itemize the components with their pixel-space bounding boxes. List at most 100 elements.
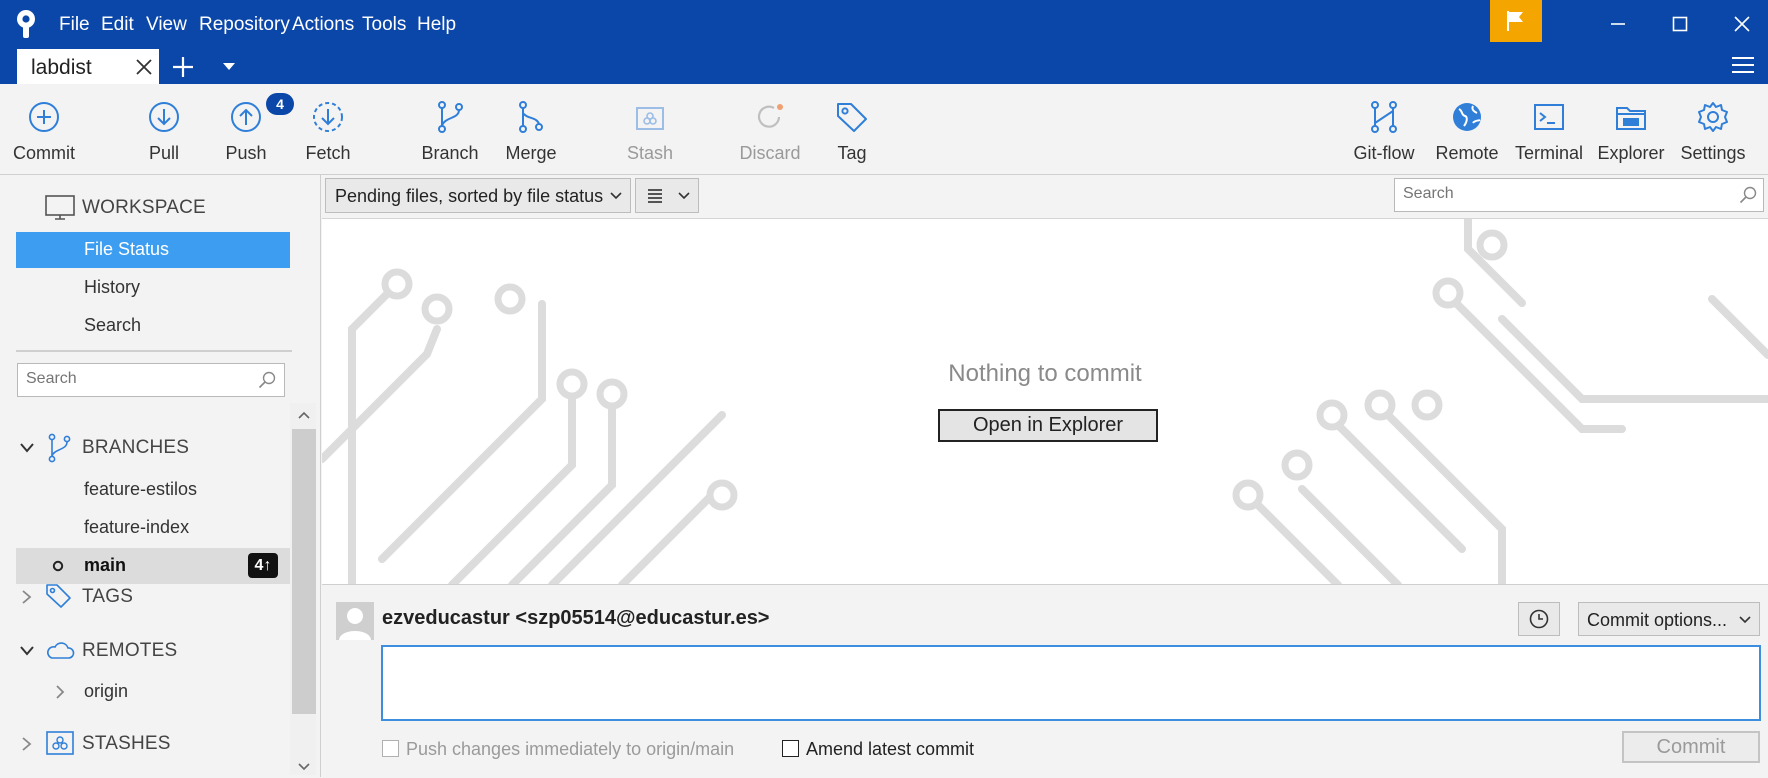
terminal-tool-button[interactable]: Terminal	[1508, 84, 1590, 174]
pending-files-panel: Nothing to commit Open in Explorer	[322, 218, 1768, 585]
merge-tool-label: Merge	[505, 143, 557, 163]
open-in-explorer-button[interactable]: Open in Explorer	[938, 409, 1158, 442]
chevron-right-icon	[22, 737, 32, 751]
fetch-tool-label: Fetch	[305, 143, 351, 163]
branches-section-header[interactable]: BRANCHES	[0, 431, 288, 465]
minimize-icon	[1611, 23, 1625, 25]
remote-tool-button[interactable]: Remote	[1426, 84, 1508, 174]
terminal-icon	[1534, 104, 1564, 130]
tab-labdist[interactable]: labdist	[17, 49, 159, 84]
maximize-icon	[1672, 16, 1688, 32]
fetch-tool-button[interactable]: Fetch	[288, 84, 368, 174]
merge-tool-button[interactable]: Merge	[490, 84, 572, 174]
close-window-button[interactable]	[1712, 0, 1768, 48]
sidebar-scrollbar[interactable]	[290, 403, 316, 775]
discard-tool-button[interactable]: Discard	[730, 84, 810, 174]
sidebar-divider	[16, 350, 292, 352]
sidebar-item-search[interactable]: Search	[16, 308, 290, 344]
clock-icon	[1529, 609, 1549, 629]
tag-tool-button[interactable]: Tag	[812, 84, 892, 174]
chevron-down-icon[interactable]	[222, 62, 236, 72]
list-icon	[648, 189, 662, 203]
checkbox-box[interactable]	[782, 740, 799, 757]
file-search-input[interactable]	[1401, 184, 1725, 204]
hamburger-menu-icon[interactable]	[1732, 56, 1754, 74]
scroll-down-icon[interactable]	[298, 763, 310, 771]
new-tab-icon[interactable]	[172, 56, 194, 78]
branches-caption: BRANCHES	[82, 437, 190, 458]
ahead-count-badge: 4↑	[248, 553, 278, 578]
explorer-tool-button[interactable]: Explorer	[1590, 84, 1672, 174]
notification-flag-button[interactable]	[1490, 0, 1542, 42]
minimize-button[interactable]	[1588, 0, 1648, 48]
cloud-icon	[47, 642, 75, 659]
commit-author: ezveducastur <szp05514@educastur.es>	[382, 607, 770, 629]
menu-actions[interactable]: Actions	[292, 0, 354, 44]
pull-tool-button[interactable]: Pull	[124, 84, 204, 174]
chevron-down-icon	[1739, 616, 1751, 624]
discard-icon	[757, 104, 783, 128]
chevron-down-icon	[20, 646, 34, 656]
tags-section-header[interactable]: TAGS	[0, 580, 288, 614]
branch-label: feature-index	[84, 517, 190, 537]
git-flow-icon	[1371, 101, 1397, 133]
sidebar-item-history[interactable]: History	[16, 270, 290, 306]
tab-label: labdist	[31, 56, 92, 79]
commit-button[interactable]: Commit	[1622, 731, 1760, 763]
checkbox-box[interactable]	[382, 740, 399, 757]
sidebar-item-label: File Status	[84, 239, 170, 259]
branch-item-feature-estilos[interactable]: feature-estilos	[16, 472, 290, 508]
monitor-icon	[45, 195, 75, 220]
folder-icon	[1616, 107, 1646, 130]
stash-tool-button[interactable]: Stash	[610, 84, 690, 174]
sort-dropdown[interactable]: Pending files, sorted by file status	[325, 178, 631, 213]
gitflow-tool-button[interactable]: Git-flow	[1344, 84, 1424, 174]
gitflow-tool-label: Git-flow	[1353, 143, 1415, 163]
globe-icon	[1453, 103, 1481, 131]
gear-icon	[1698, 102, 1728, 132]
menu-view[interactable]: View	[146, 0, 187, 44]
scroll-up-icon[interactable]	[298, 411, 310, 419]
settings-tool-button[interactable]: Settings	[1672, 84, 1754, 174]
remotes-caption: REMOTES	[82, 640, 178, 661]
branch-tool-button[interactable]: Branch	[408, 84, 492, 174]
file-search-box[interactable]	[1394, 178, 1764, 212]
commit-options-dropdown[interactable]: Commit options...	[1578, 602, 1760, 636]
workspace-section-header[interactable]: WORKSPACE	[0, 191, 300, 225]
menu-help[interactable]: Help	[417, 0, 456, 44]
chevron-down-icon	[20, 443, 34, 453]
close-icon	[1734, 16, 1750, 32]
stash-box-icon	[636, 107, 664, 130]
workspace-caption: WORKSPACE	[82, 197, 206, 218]
terminal-tool-label: Terminal	[1514, 143, 1584, 163]
chevron-right-icon	[56, 685, 65, 699]
tab-close-icon[interactable]	[135, 58, 153, 76]
menu-repository[interactable]: Repository	[199, 0, 290, 44]
sidebar-search-box[interactable]	[17, 363, 285, 397]
stashes-section-header[interactable]: STASHES	[0, 727, 288, 761]
maximize-button[interactable]	[1650, 0, 1710, 48]
stash-box-icon	[46, 731, 74, 755]
menu-edit[interactable]: Edit	[101, 0, 134, 44]
remotes-section-header[interactable]: REMOTES	[0, 634, 288, 668]
stashes-caption: STASHES	[82, 733, 171, 754]
remote-item-origin[interactable]: origin	[16, 674, 290, 710]
menu-tools[interactable]: Tools	[362, 0, 406, 44]
sidebar-item-file-status[interactable]: File Status	[16, 232, 290, 268]
view-mode-dropdown[interactable]	[635, 178, 699, 213]
sidebar-scroll-thumb[interactable]	[292, 429, 316, 714]
push-tool-button[interactable]: 4 Push	[206, 84, 294, 174]
commit-tool-button[interactable]: Commit	[0, 84, 88, 174]
branch-item-feature-index[interactable]: feature-index	[16, 510, 290, 546]
user-avatar-icon	[339, 608, 371, 640]
menu-file[interactable]: File	[59, 0, 90, 44]
tag-icon	[46, 584, 71, 608]
commit-message-input[interactable]	[381, 645, 1761, 721]
fetch-arrow-down-icon	[313, 102, 343, 132]
settings-tool-label: Settings	[1680, 143, 1746, 163]
sidebar-search-input[interactable]	[24, 369, 248, 389]
branch-label: main	[84, 555, 127, 575]
branch-item-main[interactable]: main 4↑	[16, 548, 290, 584]
chevron-down-icon	[678, 192, 690, 200]
commit-history-button[interactable]	[1518, 602, 1560, 636]
